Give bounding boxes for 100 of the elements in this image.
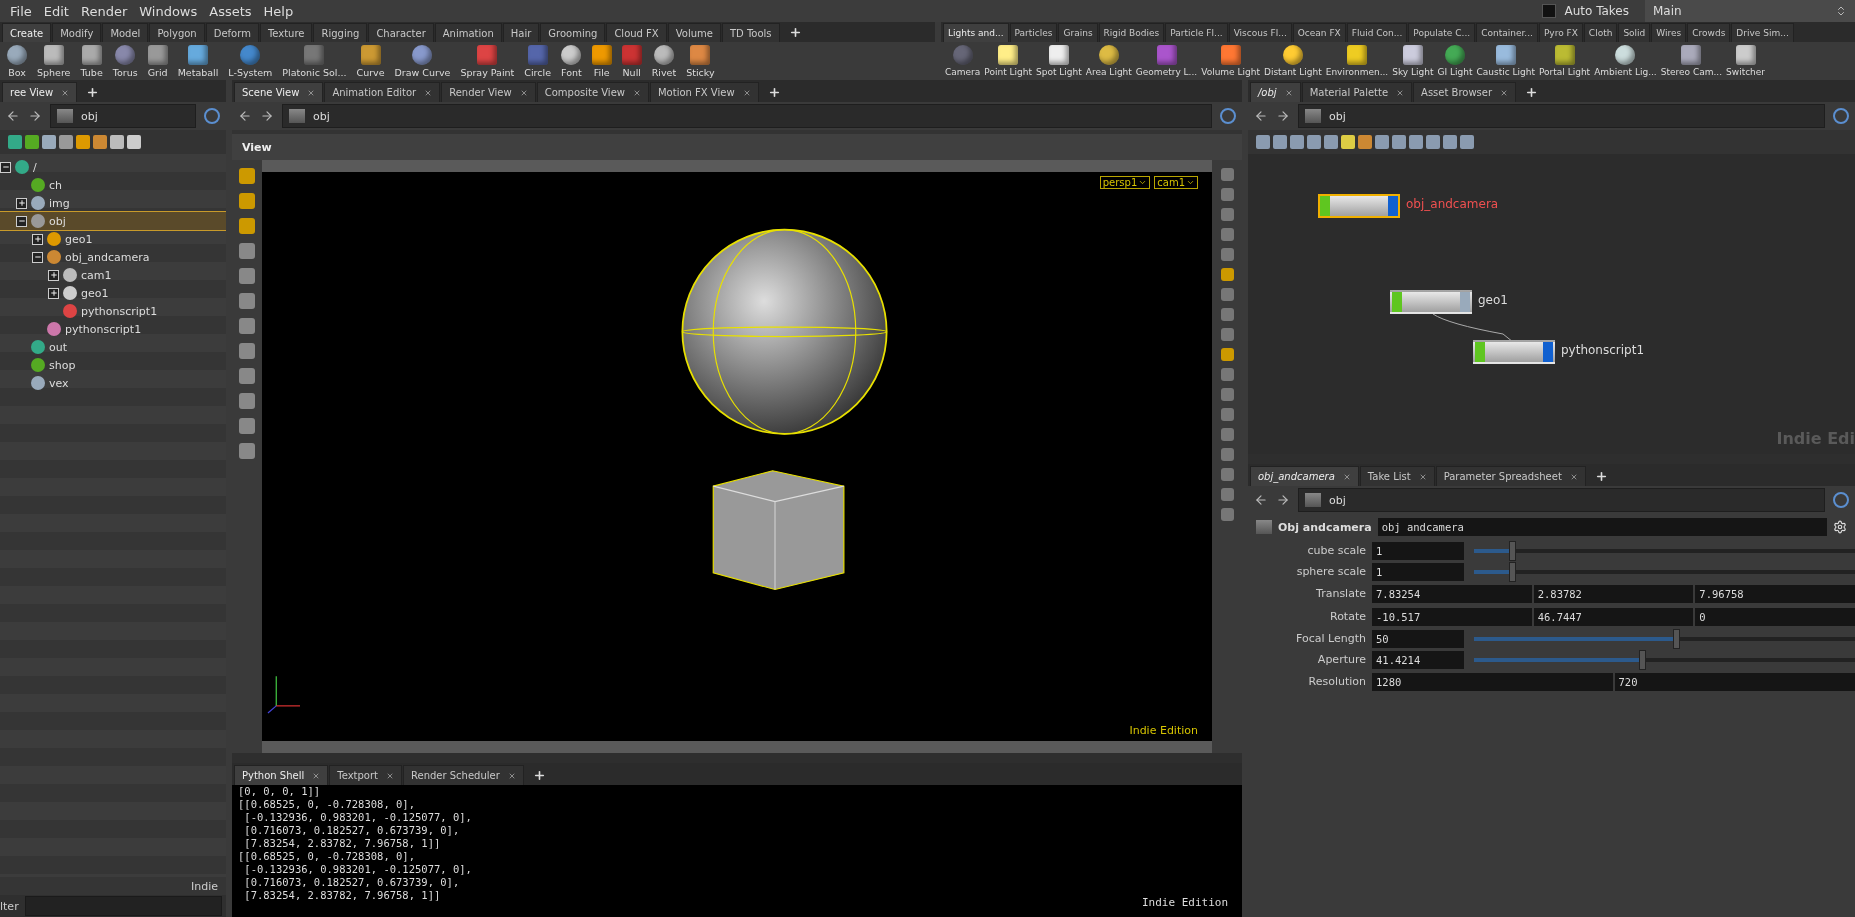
tree-item[interactable]: geo1 [0,230,226,248]
shelf-tool[interactable]: Stereo Cam... [1658,45,1725,77]
param-field[interactable]: 50 [1372,629,1464,648]
shelf-tool[interactable]: Distant Light [1262,45,1324,77]
collapse-icon[interactable] [32,251,43,263]
slider-thumb[interactable] [1509,561,1517,582]
shelf-tool[interactable]: Portal Light [1536,45,1593,77]
network-node[interactable] [1318,194,1400,218]
shelf-tab[interactable]: Solid [1618,23,1651,42]
expand-icon[interactable] [48,269,59,281]
shelf-tool[interactable]: Draw Curve [389,44,456,78]
shelf-tool[interactable]: Caustic Light [1474,45,1537,77]
close-icon[interactable] [507,771,516,780]
shelf-tab[interactable]: Cloud FX [606,23,667,42]
shelf-tab[interactable]: Volume [667,23,721,42]
tool-icon[interactable] [1220,248,1234,261]
shelf-tab[interactable]: Populate C... [1408,23,1476,42]
tool-icon[interactable] [1220,308,1234,321]
expand-icon[interactable] [32,233,43,245]
shelf-tab[interactable]: Grains [1058,23,1098,42]
tool-icon[interactable] [1220,368,1234,381]
panel-tab[interactable]: Scene View [234,82,324,102]
menu-item[interactable]: Edit [37,3,75,19]
panel-tab[interactable]: Textport [329,765,402,785]
add-tab-icon[interactable] [788,26,802,39]
close-icon[interactable] [742,88,751,97]
param-field[interactable]: 46.7447 [1533,607,1694,626]
add-tab-icon[interactable] [1525,86,1539,99]
shelf-tool[interactable]: Environmen... [1323,45,1391,77]
expand-icon[interactable] [48,287,59,299]
expand-icon[interactable] [16,197,27,209]
shelf-tool[interactable]: Spray Paint [455,44,520,78]
collapse-icon[interactable] [0,161,11,173]
param-field[interactable]: -10.517 [1372,607,1532,626]
slider-thumb[interactable] [1509,540,1517,561]
shelf-tab[interactable]: Hair [502,23,540,42]
shelf-tab[interactable]: Create [2,23,52,42]
tool-icon[interactable] [1220,448,1234,461]
param-field[interactable]: 720 [1614,672,1855,691]
add-tab-icon[interactable] [532,769,546,782]
add-tab-icon[interactable] [767,86,781,99]
shelf-tool[interactable]: Torus [107,44,143,78]
tree-item[interactable]: out [0,338,226,356]
close-icon[interactable] [424,88,433,97]
shelf-tool[interactable]: Curve [351,44,390,78]
param-field[interactable]: 2.83782 [1533,584,1694,603]
shelf-tool[interactable]: Ambient Lig... [1592,45,1659,77]
shelf-tab[interactable]: Crowds [1687,23,1731,42]
tree-item[interactable]: obj_andcamera [0,248,226,266]
shelf-tab[interactable]: Container... [1476,23,1538,42]
panel-tab[interactable]: obj_andcamera [1250,466,1359,486]
tree-item[interactable]: pythonscript1 [0,320,226,338]
shelf-tab[interactable]: Character [368,23,434,42]
shelf-tool[interactable]: Sticky [681,44,720,78]
shelf-tool[interactable]: Sphere [32,44,76,78]
slider-thumb[interactable] [1638,649,1646,670]
add-tab-icon[interactable] [1594,470,1608,483]
panel-tab[interactable]: Take List [1359,466,1435,486]
tree-item[interactable]: ch [0,176,226,194]
shelf-tab[interactable]: Deform [205,23,259,42]
tool-icon[interactable] [1220,288,1234,301]
back-arrow-icon[interactable] [6,109,20,123]
forward-arrow-icon[interactable] [28,109,42,123]
menu-item[interactable]: File [4,3,38,19]
collapse-icon[interactable] [16,215,27,227]
panel-tab[interactable]: Material Palette [1301,82,1413,102]
shelf-tool[interactable]: Metaball [172,44,224,78]
panel-tab[interactable]: Motion FX View [649,82,759,102]
tool-icon[interactable] [1220,208,1234,221]
shelf-tool[interactable]: Tube [75,44,108,78]
tool-icon[interactable] [1220,328,1234,341]
filter-field[interactable] [24,896,222,916]
shelf-tab[interactable]: Particles [1009,23,1058,42]
panel-tab[interactable]: /obj [1250,82,1301,102]
panel-tab[interactable]: Parameter Spreadsheet [1435,466,1586,486]
shelf-tool[interactable]: Null [616,44,647,78]
target-icon[interactable] [1833,492,1849,508]
close-icon[interactable] [312,771,321,780]
param-field[interactable]: 7.83254 [1372,584,1532,603]
settings-icon[interactable] [1833,520,1847,534]
close-icon[interactable] [61,88,70,97]
close-icon[interactable] [632,88,641,97]
shelf-tool[interactable]: Platonic Sol... [277,44,352,78]
shelf-tab[interactable]: Lights and... [943,23,1009,42]
panel-tab[interactable]: Render View [441,82,536,102]
path-field[interactable]: obj [50,104,196,128]
param-field[interactable]: 41.4214 [1372,650,1464,669]
shelf-tool[interactable]: Switcher [1724,45,1768,77]
panel-tab[interactable]: Composite View [536,82,649,102]
close-icon[interactable] [1342,472,1351,481]
shelf-tab[interactable]: Grooming [540,23,606,42]
shelf-tab[interactable]: Wires [1651,23,1687,42]
camera-menu[interactable]: cam1 [1154,176,1198,189]
desktop-dropdown[interactable]: Main [1645,0,1855,22]
tree-item[interactable]: obj [0,212,226,230]
shelf-tool[interactable]: Grid [142,44,173,78]
filter-icon[interactable] [127,135,141,149]
checkbox[interactable] [1542,4,1557,18]
camera-menu[interactable]: persp1 [1099,176,1151,189]
shelf-tab[interactable]: Rigid Bodies [1098,23,1165,42]
